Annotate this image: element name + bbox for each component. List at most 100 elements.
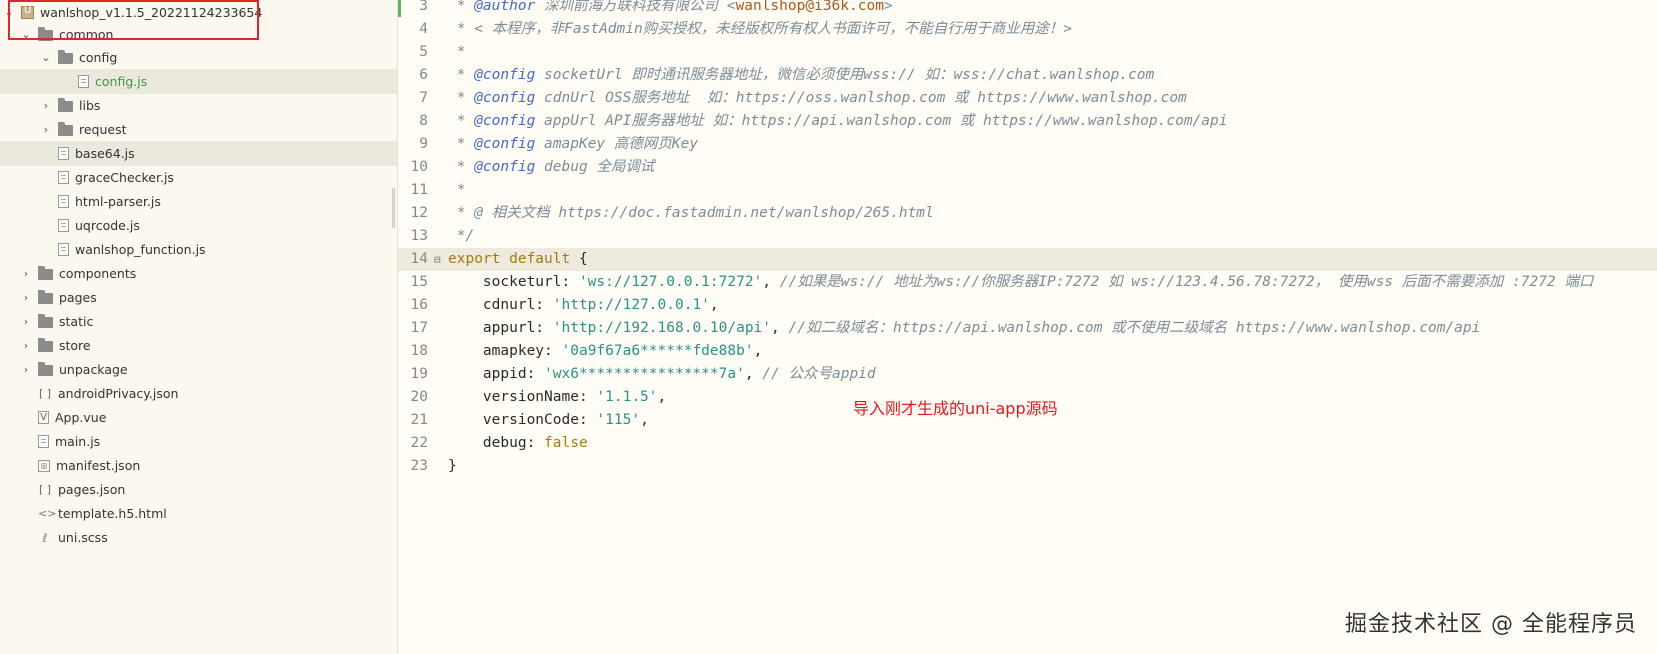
tree-item[interactable]: wanlshop_function.js: [0, 237, 397, 262]
tree-item[interactable]: androidPrivacy.json: [0, 381, 397, 406]
tree-item[interactable]: › store: [0, 333, 397, 358]
code-token: cdnUrl OSS服务地址 如：https://oss.wanlshop.co…: [535, 90, 1187, 106]
code-line[interactable]: 22 debug: false: [398, 432, 1657, 455]
annotation-note: 导入刚才生成的uni-app源码: [853, 399, 1058, 418]
code-token: false: [544, 435, 588, 451]
line-number: 17: [410, 320, 428, 336]
code-token: *: [448, 159, 475, 175]
code-text: socketurl: 'ws://127.0.0.1:7272', //如果是w…: [448, 271, 1593, 294]
code-line[interactable]: 13 */: [398, 225, 1657, 248]
code-token: ,: [709, 297, 719, 313]
code-line[interactable]: 14 ⊟ export default {: [398, 248, 1657, 271]
code-token: // 公众号appid: [762, 366, 876, 382]
code-token: socketurl:: [448, 274, 579, 290]
chevron-right-icon[interactable]: ›: [40, 99, 52, 112]
code-line[interactable]: 15 socketurl: 'ws://127.0.0.1:7272', //如…: [398, 271, 1657, 294]
code-token: versionCode:: [448, 412, 597, 428]
tree-item-label: libs: [79, 98, 101, 113]
code-line[interactable]: 11 *: [398, 179, 1657, 202]
tree-item-label: wanlshop_function.js: [75, 242, 206, 257]
code-line[interactable]: 8 * @config appUrl API服务器地址 如：https://ap…: [398, 110, 1657, 133]
code-token: debug:: [448, 435, 545, 451]
code-token: versionName:: [448, 389, 597, 405]
chevron-right-icon[interactable]: ›: [20, 363, 32, 376]
line-number: 20: [410, 389, 428, 405]
tree-item[interactable]: main.js: [0, 429, 397, 454]
code-line[interactable]: 3 * @author 深圳前海万联科技有限公司 <wanlshop@i36k.…: [398, 0, 1657, 18]
code-line[interactable]: 17 appurl: 'http://192.168.0.10/api', //…: [398, 317, 1657, 340]
code-token: wanlshop@i36k.com: [735, 0, 884, 14]
code-line[interactable]: 7 * @config cdnUrl OSS服务地址 如：https://oss…: [398, 87, 1657, 110]
code-token: 'ws://127.0.0.1:7272': [578, 274, 763, 290]
code-text: appid: 'wx6****************7a', // 公众号ap…: [448, 363, 876, 386]
code-line[interactable]: 23}: [398, 455, 1657, 478]
tree-item[interactable]: › libs: [0, 93, 397, 118]
code-token: appurl:: [448, 320, 553, 336]
chevron-right-icon[interactable]: ›: [20, 291, 32, 304]
tree-item[interactable]: html-parser.js: [0, 189, 397, 214]
code-text: appurl: 'http://192.168.0.10/api', //如二级…: [448, 317, 1480, 340]
code-line[interactable]: 16 cdnurl: 'http://127.0.0.1',: [398, 294, 1657, 317]
code-text: cdnurl: 'http://127.0.0.1',: [448, 294, 719, 317]
tree-item-label: base64.js: [75, 146, 135, 161]
tree-item-label: manifest.json: [56, 458, 141, 473]
chevron-right-icon[interactable]: ›: [40, 123, 52, 136]
code-line[interactable]: 9 * @config amapKey 高德网页Key: [398, 133, 1657, 156]
code-line[interactable]: 10 * @config debug 全局调试: [398, 156, 1657, 179]
code-text: * @config cdnUrl OSS服务地址 如：https://oss.w…: [448, 87, 1187, 110]
code-token: ,: [657, 389, 667, 405]
line-number: 22: [410, 435, 428, 451]
tree-item-label: config.js: [95, 74, 148, 89]
tree-item-label: store: [59, 338, 91, 353]
tree-item-label: html-parser.js: [75, 194, 161, 209]
code-text: * @config socketUrl 即时通讯服务器地址，微信必须使用wss:…: [448, 64, 1155, 87]
code-token: * @ 相关文档 https://doc.fastadmin.net/wanls…: [448, 205, 934, 221]
code-token: *: [448, 90, 475, 106]
tree-item[interactable]: App.vue: [0, 405, 397, 430]
tree-item[interactable]: base64.js: [0, 141, 397, 166]
code-token: {: [570, 251, 588, 267]
folder-icon: [58, 121, 73, 136]
tree-item[interactable]: › unpackage: [0, 357, 397, 382]
line-number: 6: [419, 67, 428, 83]
chevron-right-icon[interactable]: ›: [20, 315, 32, 328]
chevron-right-icon[interactable]: ›: [20, 339, 32, 352]
line-number: 5: [419, 44, 428, 60]
folder-icon: [38, 289, 53, 304]
tree-item-label: config: [79, 50, 118, 65]
chevron-right-icon[interactable]: ›: [20, 267, 32, 280]
tree-item[interactable]: ⌄ config: [0, 45, 397, 70]
code-line[interactable]: 4 * < 本程序，非FastAdmin购买授权，未经版权所有权人书面许可，不能…: [398, 18, 1657, 41]
code-token: >: [883, 0, 893, 14]
tree-item[interactable]: uqrcode.js: [0, 213, 397, 238]
chevron-down-icon[interactable]: ⌄: [40, 51, 52, 64]
code-text: * @ 相关文档 https://doc.fastadmin.net/wanls…: [448, 202, 934, 225]
code-line[interactable]: 18 amapkey: '0a9f67a6******fde88b',: [398, 340, 1657, 363]
tree-item[interactable]: manifest.json: [0, 453, 397, 478]
line-number: 23: [410, 458, 428, 474]
tree-item-label: template.h5.html: [58, 506, 167, 521]
tree-item[interactable]: › request: [0, 117, 397, 142]
code-token: export default: [448, 251, 571, 267]
tree-item-label: androidPrivacy.json: [58, 386, 179, 401]
line-number: 15: [410, 274, 428, 290]
code-line[interactable]: 5 *: [398, 41, 1657, 64]
json-icon: [38, 483, 52, 497]
line-number: 18: [410, 343, 428, 359]
tree-item[interactable]: pages.json: [0, 477, 397, 502]
tree-item[interactable]: › static: [0, 309, 397, 334]
sidebar-scrollbar[interactable]: [392, 188, 395, 228]
code-line[interactable]: 19 appid: 'wx6****************7a', // 公众…: [398, 363, 1657, 386]
tree-item[interactable]: template.h5.html: [0, 501, 397, 526]
code-editor[interactable]: 3 * @author 深圳前海万联科技有限公司 <wanlshop@i36k.…: [398, 0, 1657, 654]
tree-item[interactable]: graceChecker.js: [0, 165, 397, 190]
code-line[interactable]: 12 * @ 相关文档 https://doc.fastadmin.net/wa…: [398, 202, 1657, 225]
tree-item[interactable]: uni.scss: [0, 525, 397, 550]
code-token: @author: [474, 0, 536, 14]
tree-item[interactable]: config.js: [0, 69, 397, 94]
folder-icon: [58, 49, 73, 64]
tree-item[interactable]: › pages: [0, 285, 397, 310]
tree-item[interactable]: › components: [0, 261, 397, 286]
fold-toggle-icon[interactable]: ⊟: [434, 248, 441, 271]
code-line[interactable]: 6 * @config socketUrl 即时通讯服务器地址，微信必须使用ws…: [398, 64, 1657, 87]
